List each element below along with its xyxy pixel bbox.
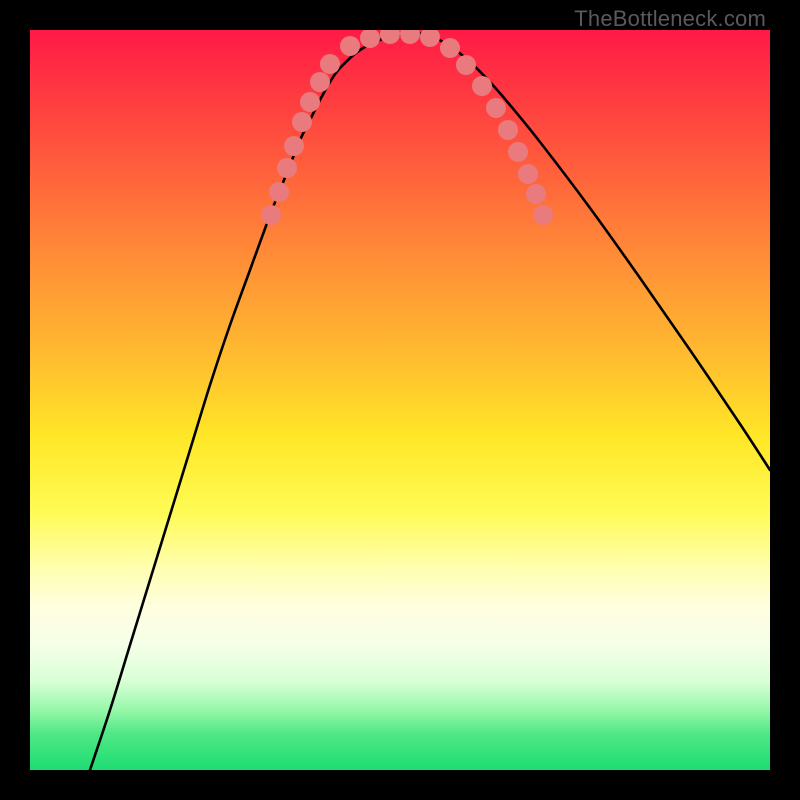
- cluster-dot: [420, 30, 440, 47]
- cluster-dot: [277, 158, 297, 178]
- cluster-dot: [498, 120, 518, 140]
- cluster-dot: [300, 92, 320, 112]
- cluster-dot: [320, 54, 340, 74]
- cluster-dot: [533, 205, 553, 225]
- cluster-dot: [269, 182, 289, 202]
- cluster-dot: [518, 164, 538, 184]
- chart-frame: TheBottleneck.com: [0, 0, 800, 800]
- cluster-dot: [284, 136, 304, 156]
- cluster-dot: [526, 184, 546, 204]
- cluster-dot: [472, 76, 492, 96]
- cluster-dot: [360, 30, 380, 48]
- cluster-dot: [340, 36, 360, 56]
- cluster-dot: [310, 72, 330, 92]
- cluster-dot: [261, 205, 281, 225]
- bottleneck-curve-svg: [30, 30, 770, 770]
- bottleneck-curve: [90, 33, 770, 770]
- cluster-dot: [508, 142, 528, 162]
- plot-area: [30, 30, 770, 770]
- cluster-dot: [456, 55, 476, 75]
- cluster-dot: [292, 112, 312, 132]
- cluster-dot: [486, 98, 506, 118]
- cluster-dot: [440, 38, 460, 58]
- cluster-dot: [400, 30, 420, 44]
- cluster-dot: [380, 30, 400, 44]
- cluster-dots: [261, 30, 553, 225]
- watermark-label: TheBottleneck.com: [574, 6, 766, 32]
